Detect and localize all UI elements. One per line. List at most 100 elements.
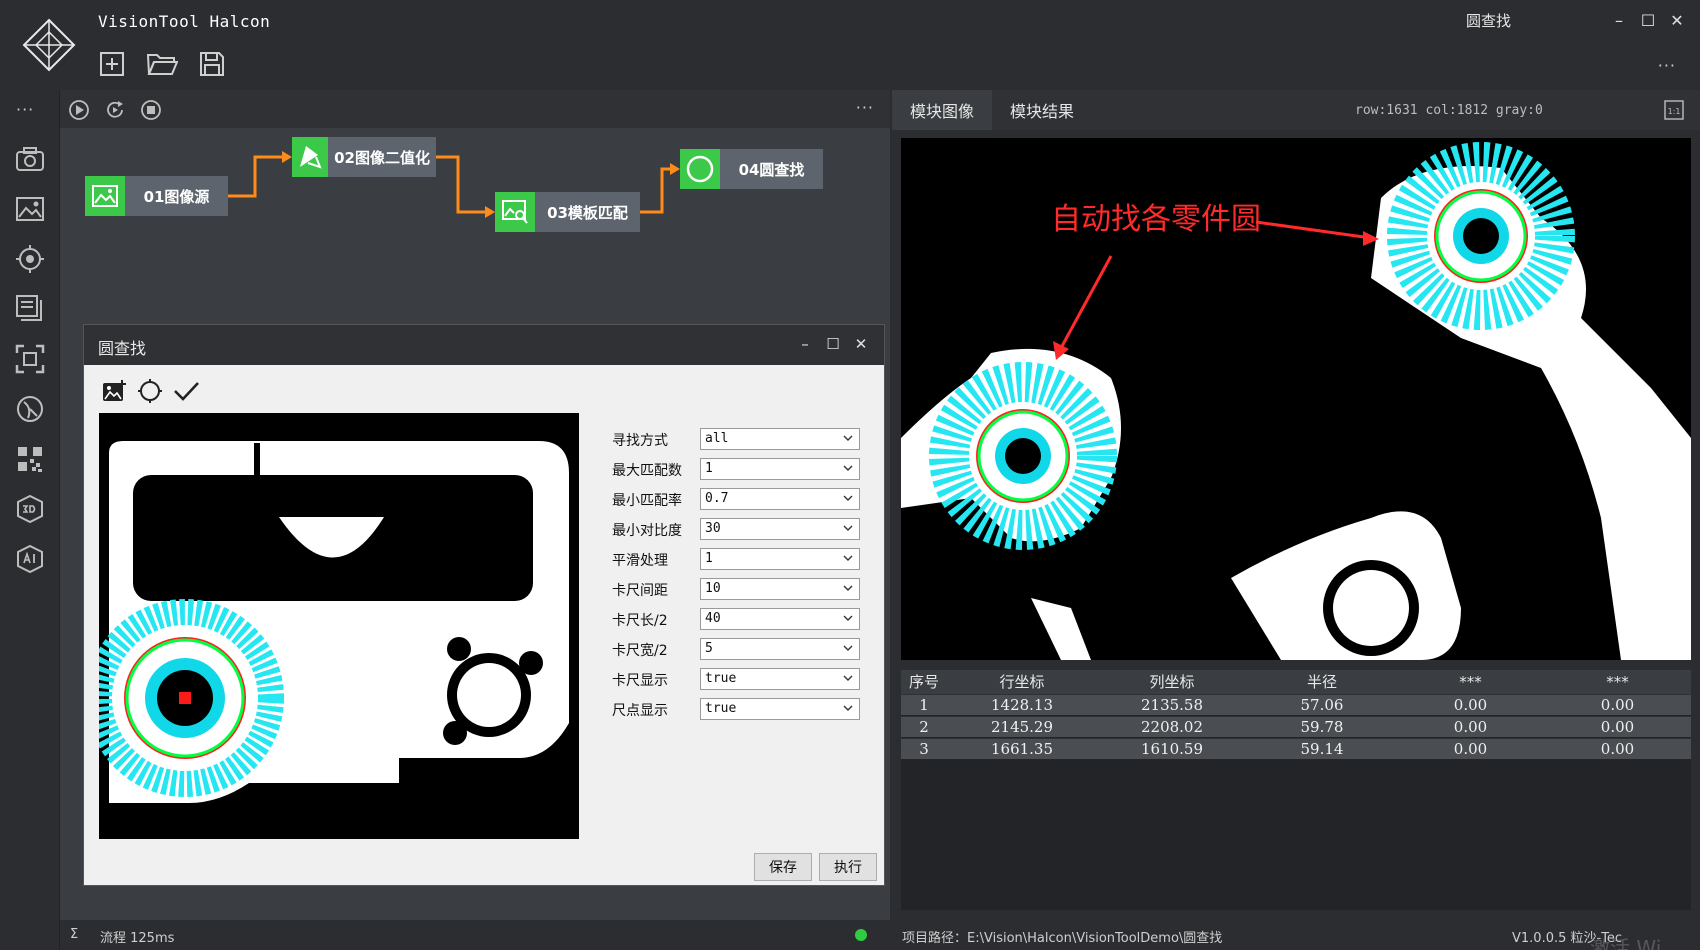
save-file-button[interactable] <box>196 48 228 80</box>
main-image-view[interactable]: 自动找各零件圆 <box>901 138 1691 660</box>
dialog-minimize-button[interactable]: – <box>794 333 816 355</box>
chevron-down-icon <box>843 555 853 561</box>
chevron-down-icon <box>843 675 853 681</box>
tab-module-image[interactable]: 模块图像 <box>892 90 992 130</box>
flow-node-image-source[interactable]: 01图像源 <box>85 176 228 216</box>
header-extra-1: *** <box>1459 673 1482 691</box>
left-toolbar: ··· <box>0 90 60 950</box>
param-select-smoothing[interactable]: 1 <box>700 548 860 570</box>
3d-cube-icon <box>17 494 43 524</box>
param-row-min-score: 最小匹配率 0.7 <box>612 488 862 510</box>
cell-col: 1610.59 <box>1140 740 1204 758</box>
close-button[interactable]: ✕ <box>1665 8 1689 32</box>
param-select-caliper-spacing[interactable]: 10 <box>700 578 860 600</box>
svg-text:1:1: 1:1 <box>1668 107 1681 116</box>
param-label: 卡尺间距 <box>612 583 668 599</box>
3d-tool[interactable] <box>13 492 47 526</box>
flow-node-circle-find[interactable]: 04圆查找 <box>680 149 823 189</box>
connector-03-04 <box>640 167 670 214</box>
param-label: 最小匹配率 <box>612 493 682 509</box>
checkmark-icon <box>174 382 199 401</box>
camera-tool[interactable] <box>13 142 47 176</box>
open-folder-button[interactable] <box>146 48 178 80</box>
save-icon <box>200 52 224 76</box>
param-value: 1 <box>705 461 713 476</box>
titlebar-more-button[interactable]: ··· <box>1658 56 1676 75</box>
load-image-button[interactable] <box>98 375 130 407</box>
table-row[interactable]: 2 2145.29 2208.02 59.78 0.00 0.00 <box>901 716 1691 737</box>
param-select-max-matches[interactable]: 1 <box>700 458 860 480</box>
cell-index: 2 <box>919 718 929 736</box>
chevron-down-icon <box>843 645 853 651</box>
run-once-icon[interactable] <box>68 99 90 121</box>
flow-node-binarize[interactable]: 02图像二值化 <box>292 137 436 177</box>
dialog-title-bar: 圆查找 – ☐ ✕ <box>84 325 884 365</box>
param-row-caliper-display: 卡尺显示 true <box>612 668 862 690</box>
chevron-down-icon <box>843 585 853 591</box>
dialog-title: 圆查找 <box>98 339 147 358</box>
qr-code-icon <box>18 447 42 472</box>
table-row[interactable]: 1 1428.13 2135.58 57.06 0.00 0.00 <box>901 694 1691 715</box>
chevron-down-icon <box>843 465 853 471</box>
image-tool[interactable] <box>13 192 47 226</box>
rail-more-button[interactable]: ··· <box>16 100 34 119</box>
cell-col: 2208.02 <box>1140 718 1204 736</box>
title-bar: VisionTool Halcon 圆查找 – ☐ ✕ ··· <box>0 0 1700 90</box>
camera-icon <box>16 147 44 171</box>
cell-row: 1428.13 <box>990 696 1054 714</box>
param-row-min-contrast: 最小对比度 30 <box>612 518 862 540</box>
param-label: 卡尺长/2 <box>612 613 668 629</box>
flow-node-template-match[interactable]: 03模板匹配 <box>495 192 640 232</box>
gauge-icon <box>17 396 43 422</box>
dialog-maximize-button[interactable]: ☐ <box>822 333 844 355</box>
param-select-point-display[interactable]: true <box>700 698 860 720</box>
dialog-close-button[interactable]: ✕ <box>850 333 872 355</box>
window-title: 圆查找 <box>1466 12 1512 30</box>
template-match-icon <box>502 200 528 224</box>
param-label: 卡尺显示 <box>612 673 668 689</box>
confirm-button[interactable] <box>170 375 202 407</box>
param-select-min-contrast[interactable]: 30 <box>700 518 860 540</box>
param-select-search-mode[interactable]: all <box>700 428 860 450</box>
param-select-caliper-display[interactable]: true <box>700 668 860 690</box>
save-button[interactable]: 保存 <box>754 853 812 881</box>
param-label: 平滑处理 <box>612 553 668 569</box>
pixel-readout: row:1631 col:1812 gray:0 <box>1355 103 1543 118</box>
target-icon <box>16 245 44 273</box>
stop-icon[interactable] <box>140 99 162 121</box>
table-row[interactable]: 3 1661.35 1610.59 59.14 0.00 0.00 <box>901 738 1691 759</box>
ai-tool[interactable] <box>13 542 47 576</box>
inspection-image <box>901 138 1691 660</box>
param-select-min-score[interactable]: 0.7 <box>700 488 860 510</box>
table-header: 序号 行坐标 列坐标 半径 *** *** <box>901 670 1691 694</box>
flow-node-label: 04圆查找 <box>720 149 823 189</box>
header-row: 行坐标 <box>999 673 1045 691</box>
actual-size-icon[interactable]: 1:1 <box>1664 100 1684 120</box>
layers-tool[interactable] <box>13 292 47 326</box>
annotation-label: 自动找各零件圆 <box>1051 202 1261 237</box>
minimize-button[interactable]: – <box>1607 8 1631 32</box>
binarized-part-image <box>99 413 579 839</box>
code-tool[interactable] <box>13 442 47 476</box>
param-value: 10 <box>705 581 721 596</box>
param-row-max-matches: 最大匹配数 1 <box>612 458 862 480</box>
run-button[interactable]: 执行 <box>819 853 877 881</box>
param-select-caliper-length[interactable]: 40 <box>700 608 860 630</box>
flow-time-label: 流程 125ms <box>100 931 175 946</box>
connector-01-02-arrow <box>282 151 292 163</box>
locate-tool[interactable] <box>13 242 47 276</box>
param-value: 5 <box>705 641 713 656</box>
tab-module-result[interactable]: 模块结果 <box>992 90 1092 130</box>
param-select-caliper-width[interactable]: 5 <box>700 638 860 660</box>
measure-tool[interactable] <box>13 392 47 426</box>
flow-more-button[interactable]: ··· <box>856 98 874 117</box>
draw-circle-button[interactable] <box>134 375 166 407</box>
new-file-button[interactable] <box>96 48 128 80</box>
connector-01-02 <box>228 155 282 198</box>
run-loop-icon[interactable] <box>104 99 126 121</box>
scan-tool[interactable] <box>13 342 47 376</box>
flow-toolbar: ··· <box>60 90 890 128</box>
maximize-button[interactable]: ☐ <box>1636 8 1660 32</box>
dialog-image-view[interactable] <box>99 413 579 839</box>
project-path: 项目路径：E:\Vision\Halcon\VisionToolDemo\圆查找 <box>902 931 1223 946</box>
